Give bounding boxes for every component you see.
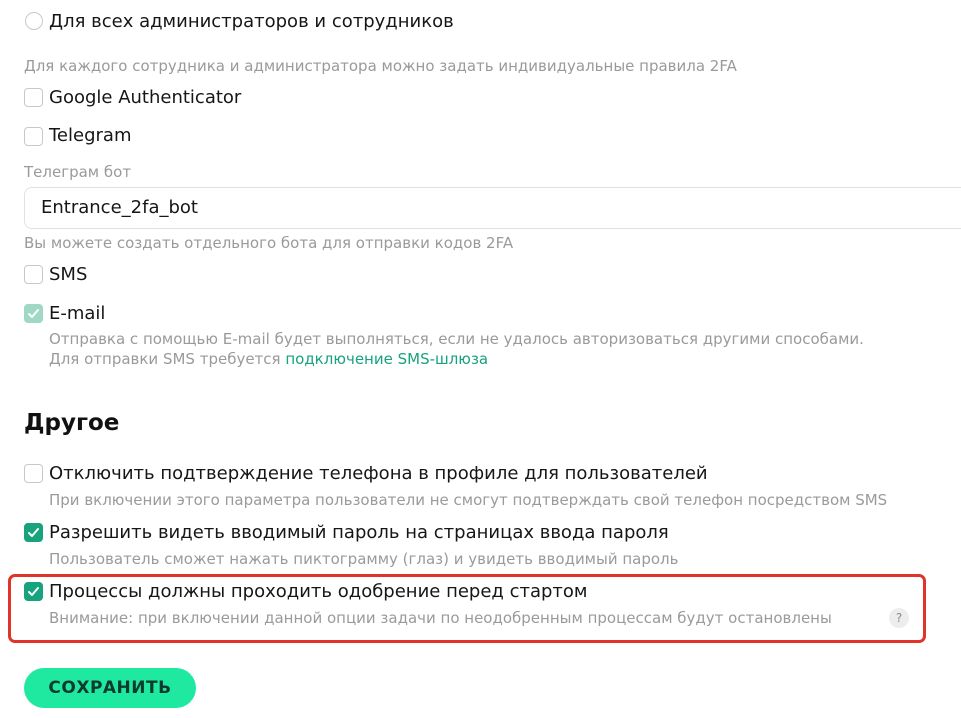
telegram-bot-input-value: Entrance_2fa_bot	[41, 197, 198, 218]
check-icon	[28, 309, 39, 318]
help-icon[interactable]: ?	[889, 608, 909, 628]
show-password-hint: Пользователь сможет нажать пиктограмму (…	[49, 550, 679, 568]
telegram-bot-hint: Вы можете создать отдельного бота для от…	[24, 234, 514, 252]
sms-checkbox[interactable]	[24, 265, 43, 284]
disable-phone-confirm-checkbox[interactable]	[24, 464, 43, 483]
google-authenticator-label: Google Authenticator	[49, 87, 242, 108]
sms-gateway-link[interactable]: подключение SMS-шлюза	[285, 350, 488, 368]
process-approval-checkbox[interactable]	[24, 582, 43, 601]
telegram-bot-field-label: Телеграм бот	[24, 163, 132, 181]
radio-all-admins-hint: Для каждого сотрудника и администратора …	[24, 57, 737, 75]
email-label: E-mail	[49, 303, 106, 324]
show-password-label: Разрешить видеть вводимый пароль на стра…	[49, 522, 669, 543]
process-approval-label: Процессы должны проходить одобрение пере…	[49, 581, 588, 602]
save-button[interactable]: СОХРАНИТЬ	[24, 668, 196, 708]
process-approval-hint: Внимание: при включении данной опции зад…	[49, 609, 832, 627]
radio-all-admins[interactable]	[25, 12, 43, 30]
sms-gateway-hint: Для отправки SMS требуется подключение S…	[49, 349, 488, 369]
email-checkbox[interactable]	[24, 304, 43, 323]
google-authenticator-checkbox[interactable]	[24, 88, 43, 107]
disable-phone-confirm-label: Отключить подтверждение телефона в профи…	[49, 463, 708, 484]
check-icon	[28, 587, 39, 596]
section-title-other: Другое	[24, 410, 120, 436]
sms-gateway-hint-text: Для отправки SMS требуется	[49, 350, 286, 368]
telegram-label: Telegram	[49, 125, 132, 146]
telegram-bot-input[interactable]: Entrance_2fa_bot	[24, 187, 961, 229]
check-icon	[28, 528, 39, 537]
show-password-checkbox[interactable]	[24, 523, 43, 542]
telegram-checkbox[interactable]	[24, 127, 43, 146]
email-hint: Отправка с помощью E-mail будет выполнят…	[49, 330, 864, 348]
sms-label: SMS	[49, 264, 88, 285]
radio-all-admins-label: Для всех администраторов и сотрудников	[49, 11, 454, 32]
disable-phone-confirm-hint: При включении этого параметра пользовате…	[49, 491, 888, 509]
